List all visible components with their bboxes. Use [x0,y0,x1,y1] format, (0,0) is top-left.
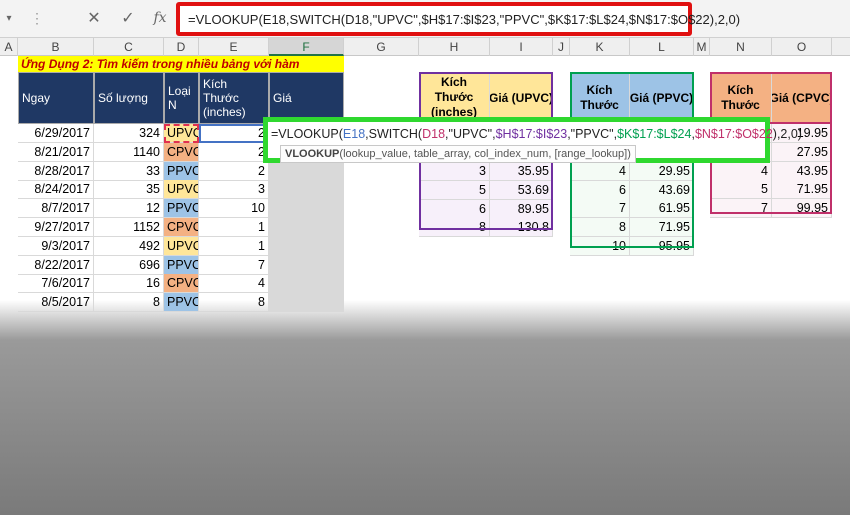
table-row-price[interactable] [269,161,344,181]
table-row-price[interactable] [269,180,344,200]
cpvc-row-price[interactable]: 99.95 [772,199,832,219]
editor-formula: =VLOOKUP(E18,SWITCH(D18,"UPVC",$H$17:$I$… [271,127,802,141]
table-row-date[interactable]: 9/27/2017 [18,218,94,237]
cpvc-row-price[interactable]: 27.95 [772,142,832,162]
table-row-qty[interactable]: 492 [94,236,164,256]
table-row-date[interactable]: 8/22/2017 [18,255,94,275]
table-row-qty[interactable]: 8 [94,293,164,313]
ppvc-row-price[interactable]: 71.95 [630,218,694,238]
table-row-type[interactable]: CPVC [164,218,199,237]
ppvc-row-size[interactable]: 10 [570,237,630,256]
table-row-type[interactable]: UPVC [164,180,199,200]
table-row-type[interactable]: UPVC [164,124,199,143]
cpvc-row-price[interactable]: 71.95 [772,180,832,200]
ppvc-row-size[interactable]: 4 [570,161,630,181]
table-row-type[interactable]: PPVC [164,293,199,313]
table-row-qty[interactable]: 324 [94,124,164,143]
ppvc-row-price[interactable]: 95.95 [630,237,694,256]
tooltip-function-name: VLOOKUP [285,148,340,160]
table-row-qty[interactable]: 1152 [94,218,164,237]
upvc-row-price[interactable]: 89.95 [490,199,553,219]
table-row-qty[interactable]: 33 [94,161,164,181]
main-header-2[interactable]: Loại N [164,72,199,124]
function-tooltip: VLOOKUP(lookup_value, table_array, col_i… [280,145,636,163]
table-row-qty[interactable]: 16 [94,274,164,294]
ppvc-row-size[interactable]: 6 [570,180,630,200]
table-row-price[interactable] [269,274,344,294]
table-row-type[interactable]: UPVC [164,236,199,256]
ppvc-row-price[interactable]: 61.95 [630,199,694,219]
table-row-size[interactable]: 10 [199,199,269,219]
table-row-price[interactable] [269,293,344,313]
upvc-row-size[interactable]: 3 [419,162,490,181]
table-row-size[interactable]: 7 [199,255,269,275]
table-row-date[interactable]: 8/24/2017 [18,180,94,200]
table-row-price[interactable] [269,199,344,219]
table-row-size[interactable]: 8 [199,293,269,313]
table-row-size[interactable]: 1 [199,236,269,256]
cpvc-row-size[interactable]: 7 [710,199,772,219]
excel-window: ▾ ⋮ ✕ ✓ fx =VLOOKUP(E18,SWITCH(D18,"UPVC… [0,0,850,515]
table-row-price[interactable] [269,255,344,275]
upvc-row-size[interactable]: 8 [419,218,490,238]
table-row-date[interactable]: 8/21/2017 [18,142,94,162]
table-row-size[interactable]: 1 [199,218,269,237]
table-row-date[interactable]: 8/5/2017 [18,293,94,313]
table-row-date[interactable]: 7/6/2017 [18,274,94,294]
table-row-type[interactable]: PPVC [164,255,199,275]
table-row-qty[interactable]: 696 [94,255,164,275]
table-row-qty[interactable]: 12 [94,199,164,219]
table-row-price[interactable] [269,218,344,237]
cpvc-row-size[interactable]: 4 [710,161,772,181]
sheet-grid: Ngay Số lượng Loại N Kích Thước (inches) Giá… [0,0,850,515]
ppvc-row-size[interactable]: 7 [570,199,630,219]
ppvc-row-price[interactable]: 43.69 [630,180,694,200]
ppvc-row-price[interactable]: 29.95 [630,161,694,181]
table-row-qty[interactable]: 1140 [94,142,164,162]
table-row-size[interactable]: 4 [199,274,269,294]
table-row-price[interactable] [269,236,344,256]
main-header-0[interactable]: Ngay [18,72,94,124]
cell-editor[interactable]: =VLOOKUP(E18,SWITCH(D18,"UPVC",$H$17:$I$… [263,117,802,163]
table-row-date[interactable]: 8/7/2017 [18,199,94,219]
table-row-type[interactable]: PPVC [164,161,199,181]
upvc-row-size[interactable]: 6 [419,199,490,219]
table-row-type[interactable]: CPVC [164,274,199,294]
upvc-row-size[interactable]: 5 [419,180,490,200]
tooltip-arguments: (lookup_value, table_array, col_index_nu… [339,148,631,160]
table-row-type[interactable]: CPVC [164,142,199,162]
table-row-size[interactable]: 2 [199,124,269,143]
cpvc-row-size[interactable]: 5 [710,180,772,200]
table-row-size[interactable]: 3 [199,180,269,200]
table-row-qty[interactable]: 35 [94,180,164,200]
table-row-size[interactable]: 2 [199,161,269,181]
table-row-date[interactable]: 8/28/2017 [18,161,94,181]
cpvc-header-price[interactable]: Giá (CPVC) [772,72,832,124]
upvc-row-price[interactable]: 53.69 [490,180,553,200]
upvc-row-price[interactable]: 35.95 [490,162,553,181]
upvc-row-price[interactable]: 130.8 [490,218,553,238]
table-row-date[interactable]: 9/3/2017 [18,236,94,256]
table-row-size[interactable]: 2 [199,142,269,162]
cpvc-row-price[interactable]: 43.95 [772,161,832,181]
ppvc-row-size[interactable]: 8 [570,218,630,238]
main-header-3[interactable]: Kích Thước (inches) [199,72,269,124]
table-row-date[interactable]: 6/29/2017 [18,124,94,143]
main-header-1[interactable]: Số lượng [94,72,164,124]
table-row-type[interactable]: PPVC [164,199,199,219]
